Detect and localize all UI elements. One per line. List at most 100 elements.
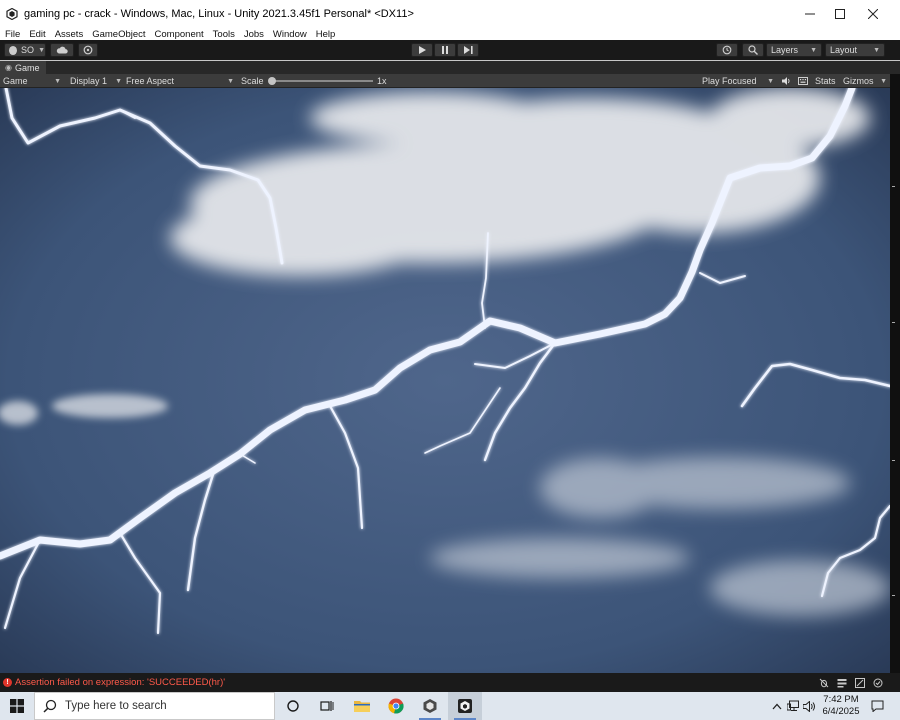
taskbar-search-box[interactable]: Type here to search [34, 692, 275, 720]
taskbar-unity-editor[interactable] [448, 692, 482, 720]
undo-history-button[interactable] [716, 43, 738, 57]
storm-scene [0, 88, 890, 673]
step-icon [463, 46, 473, 54]
aspect-dropdown[interactable]: Free Aspect ▼ [126, 74, 234, 88]
search-icon [43, 699, 57, 713]
minimize-button[interactable] [793, 0, 827, 28]
shortcuts-button[interactable] [797, 74, 809, 88]
close-button[interactable] [856, 0, 890, 28]
main-toolbar: SO ▼ Layers ▼ Layout ▼ [0, 40, 900, 60]
strip-marker [892, 186, 895, 187]
unity-editor-icon [458, 699, 472, 713]
menu-window[interactable]: Window [273, 29, 307, 40]
collab-icon [83, 45, 93, 55]
cloud-button[interactable] [50, 43, 74, 57]
layers-dropdown[interactable]: Layers ▼ [766, 43, 822, 57]
console-status-bar[interactable]: ! Assertion failed on expression: 'SUCCE… [0, 673, 900, 692]
console-error-text: Assertion failed on expression: 'SUCCEED… [15, 676, 226, 688]
window-title: gaming pc - crack - Windows, Mac, Linux … [24, 8, 414, 20]
search-icon [748, 45, 758, 55]
clock-date: 6/4/2025 [822, 706, 860, 717]
keyboard-icon [798, 77, 808, 85]
scale-label: Scale [241, 76, 264, 86]
refresh-circle-icon [873, 678, 882, 687]
panel-resize-strip[interactable] [890, 74, 900, 673]
strip-marker [892, 595, 895, 596]
pause-button[interactable] [434, 43, 456, 57]
notifications-button[interactable] [870, 699, 884, 713]
display-dropdown[interactable]: Display 1 ▼ [70, 74, 122, 88]
taskbar-file-explorer[interactable] [345, 692, 379, 720]
strip-marker [892, 460, 895, 461]
layout-label: Layout [830, 45, 858, 55]
show-hidden-icons-button[interactable] [770, 699, 784, 713]
account-dropdown[interactable]: SO ▼ [4, 43, 46, 57]
maximize-button[interactable] [823, 0, 857, 28]
view-mode-label: Game [3, 76, 28, 86]
collab-button[interactable] [78, 43, 98, 57]
menu-help[interactable]: Help [316, 29, 336, 40]
tab-game[interactable]: ◉ Game [0, 61, 46, 74]
auto-generate-lighting-icon[interactable] [872, 677, 883, 688]
account-label: SO [21, 45, 35, 55]
start-button[interactable] [0, 692, 34, 720]
play-mode-dropdown[interactable]: Play Focused ▼ [702, 74, 774, 88]
maximize-icon [835, 9, 845, 19]
network-tray-button[interactable] [786, 699, 800, 713]
scale-slider-track[interactable] [270, 80, 373, 82]
network-icon [854, 677, 865, 688]
task-view-button[interactable] [276, 692, 310, 720]
console-error-message[interactable]: ! Assertion failed on expression: 'SUCCE… [3, 676, 225, 688]
unity-hub-icon [423, 699, 437, 713]
unity-logo-icon [6, 8, 18, 20]
chrome-icon [388, 698, 404, 714]
timeline-button[interactable] [310, 692, 344, 720]
task-view-icon [320, 701, 334, 711]
menu-file[interactable]: File [5, 29, 20, 40]
search-button[interactable] [742, 43, 764, 57]
play-button[interactable] [411, 43, 433, 57]
layers-label: Layers [771, 45, 799, 55]
tab-game-label: Game [14, 62, 40, 73]
taskbar-unity-hub[interactable] [413, 692, 447, 720]
play-mode-label: Play Focused [702, 76, 757, 86]
display-label: Display 1 [70, 76, 108, 86]
chevron-down-icon: ▼ [227, 77, 234, 85]
account-icon [9, 45, 18, 55]
system-clock[interactable]: 7:42 PM 6/4/2025 [812, 694, 870, 718]
scale-slider-handle[interactable] [268, 77, 276, 85]
chevron-down-icon: ▼ [115, 77, 122, 85]
window-title-bar[interactable]: gaming pc - crack - Windows, Mac, Linux … [0, 0, 900, 28]
menu-edit[interactable]: Edit [29, 29, 45, 40]
notification-icon [871, 700, 883, 712]
gizmos-dropdown[interactable]: Gizmos ▼ [843, 74, 887, 88]
game-view-viewport[interactable] [0, 88, 890, 673]
game-view-toolbar: Game ▼ Display 1 ▼ Free Aspect ▼ Scale 1… [0, 74, 890, 88]
scale-value: 1x [377, 76, 387, 86]
gizmos-label: Gizmos [843, 76, 874, 86]
mute-audio-button[interactable] [780, 74, 792, 88]
pause-icon [442, 46, 448, 54]
stats-button[interactable]: Stats [815, 74, 836, 88]
menu-component[interactable]: Component [155, 29, 204, 40]
cache-server-icon[interactable] [854, 677, 865, 688]
step-button[interactable] [457, 43, 479, 57]
view-mode-dropdown[interactable]: Game ▼ [3, 74, 63, 88]
chevron-down-icon: ▼ [767, 77, 774, 85]
menu-jobs[interactable]: Jobs [244, 29, 264, 40]
speaker-icon [781, 77, 789, 85]
debug-off-icon[interactable] [818, 677, 829, 688]
menu-gameobject[interactable]: GameObject [92, 29, 145, 40]
error-icon: ! [3, 677, 12, 687]
folder-icon [354, 701, 370, 712]
cortana-circle-icon [287, 700, 299, 712]
chevron-down-icon: ▼ [54, 77, 61, 85]
progress-bar-icon[interactable] [836, 677, 847, 688]
menu-assets[interactable]: Assets [55, 29, 84, 40]
taskbar-chrome[interactable] [379, 692, 413, 720]
layout-dropdown[interactable]: Layout ▼ [825, 43, 885, 57]
menu-tools[interactable]: Tools [213, 29, 235, 40]
cloud-icon [56, 46, 68, 54]
close-icon [868, 9, 878, 19]
aspect-label: Free Aspect [126, 76, 175, 86]
